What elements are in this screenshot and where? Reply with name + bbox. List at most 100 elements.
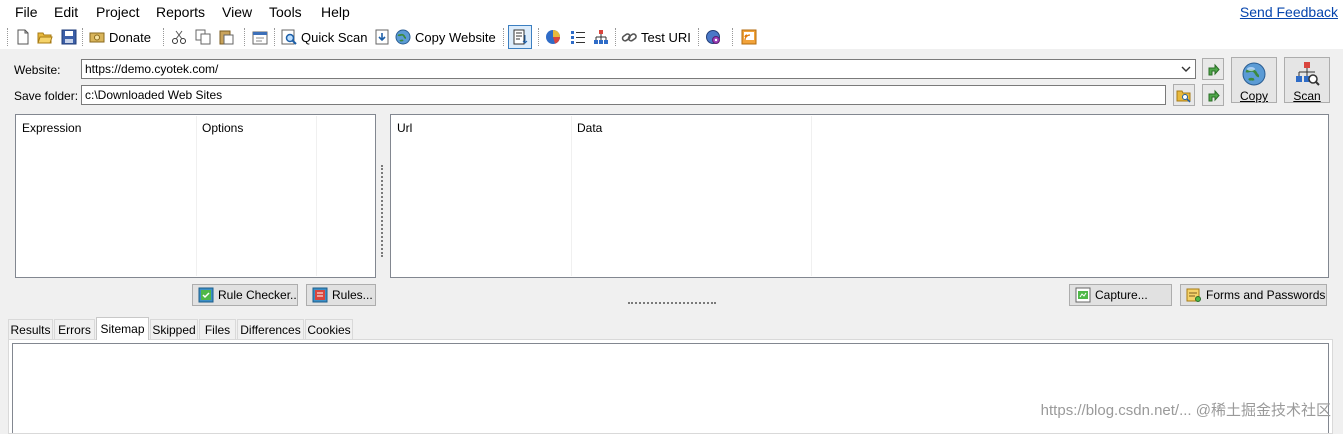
forms-passwords-label: Forms and Passwords... (1206, 288, 1327, 302)
menu-edit[interactable]: Edit (54, 4, 78, 20)
open-folder-button[interactable] (1202, 84, 1224, 106)
sitemap-scan-icon (1294, 61, 1320, 87)
scan-start-button[interactable]: Scan (1284, 57, 1330, 103)
column-divider[interactable] (811, 116, 812, 276)
rules-button[interactable]: Rules... (306, 284, 376, 306)
green-arrow-icon (1205, 61, 1221, 77)
download-page-icon (375, 29, 391, 45)
save-folder-value: c:\Downloaded Web Sites (85, 88, 223, 102)
menu-view[interactable]: View (222, 4, 252, 20)
list-bullets-icon (570, 29, 586, 45)
menu-file[interactable]: File (15, 4, 38, 20)
test-uri-label: Test URI (641, 29, 691, 45)
rss-feed-icon (741, 29, 757, 45)
scan-start-label: Scan (1293, 89, 1321, 103)
globe-icon (395, 29, 411, 45)
globe-icon (1241, 61, 1267, 87)
quick-scan-button[interactable]: Quick Scan (281, 27, 367, 47)
toolbar-separator (503, 28, 504, 46)
sitemap-button[interactable] (593, 27, 609, 47)
link-map-button[interactable] (570, 27, 586, 47)
statistics-button[interactable] (545, 27, 561, 47)
forms-passwords-button[interactable]: Forms and Passwords... (1180, 284, 1327, 306)
horizontal-splitter-handle[interactable] (628, 302, 716, 304)
menu-tools[interactable]: Tools (269, 4, 302, 20)
rule-checker-label: Rule Checker... (218, 288, 298, 302)
open-website-button[interactable] (1202, 58, 1224, 80)
rules-icon (312, 287, 328, 303)
column-header-options[interactable]: Options (202, 121, 243, 135)
quick-scan-icon (281, 29, 297, 45)
copy-website-button[interactable]: Copy Website (375, 27, 496, 47)
toolbar-separator (274, 28, 275, 46)
website-value: https://demo.cyotek.com/ (85, 62, 219, 76)
toggle-view-button[interactable] (508, 25, 532, 49)
toolbar-separator (538, 28, 539, 46)
tab-files[interactable]: Files (199, 319, 236, 339)
folder-search-icon (1176, 87, 1192, 103)
copy-icon (195, 29, 211, 45)
project-properties-button[interactable] (252, 27, 268, 47)
toolbar-separator (7, 28, 8, 46)
donate-label: Donate (109, 29, 151, 45)
toolbar: Donate Quick Scan Copy Website Test URI (0, 24, 1343, 50)
list-view-icon (512, 29, 528, 45)
browse-folder-button[interactable] (1173, 84, 1195, 106)
vertical-splitter-handle[interactable] (381, 165, 383, 257)
tab-sitemap[interactable]: Sitemap (96, 317, 149, 340)
open-folder-icon (37, 29, 53, 45)
rules-list[interactable]: Expression Options (15, 114, 376, 278)
rules-label: Rules... (332, 288, 373, 302)
tab-cookies[interactable]: Cookies (305, 319, 353, 339)
capture-button[interactable]: Capture... (1069, 284, 1172, 306)
column-header-url[interactable]: Url (397, 121, 412, 135)
toolbar-separator (82, 28, 83, 46)
toolbar-separator (615, 28, 616, 46)
copy-button[interactable] (195, 27, 211, 47)
menu-reports[interactable]: Reports (156, 4, 205, 20)
menu-project[interactable]: Project (96, 4, 140, 20)
forms-key-icon (1186, 287, 1202, 303)
watermark-text: https://blog.csdn.net/... @稀土掘金技术社区 (1040, 402, 1331, 419)
rule-checker-icon (198, 287, 214, 303)
menu-help[interactable]: Help (321, 4, 350, 20)
copy-website-label: Copy Website (415, 29, 496, 45)
menu-bar: File Edit Project Reports View Tools Hel… (0, 0, 1343, 24)
save-folder-label: Save folder: (14, 89, 79, 103)
column-header-expression[interactable]: Expression (22, 121, 81, 135)
save-disk-icon (61, 29, 77, 45)
tab-skipped[interactable]: Skipped (150, 319, 198, 339)
toolbar-separator (698, 28, 699, 46)
chevron-down-icon[interactable] (1178, 61, 1194, 77)
tab-differences[interactable]: Differences (237, 319, 304, 339)
capture-icon (1075, 287, 1091, 303)
rule-checker-button[interactable]: Rule Checker... (192, 284, 298, 306)
rss-feed-button[interactable] (741, 27, 757, 47)
column-divider[interactable] (196, 116, 197, 276)
new-project-button[interactable] (15, 27, 31, 47)
tab-results[interactable]: Results (8, 319, 53, 339)
save-folder-input[interactable]: c:\Downloaded Web Sites (81, 85, 1166, 105)
donate-button[interactable]: Donate (89, 27, 151, 47)
copy-start-button[interactable]: Copy (1231, 57, 1277, 103)
open-project-button[interactable] (37, 27, 53, 47)
toolbar-separator (244, 28, 245, 46)
web-settings-button[interactable] (705, 27, 721, 47)
paste-button[interactable] (218, 27, 234, 47)
column-divider[interactable] (571, 116, 572, 276)
website-input[interactable]: https://demo.cyotek.com/ (81, 59, 1196, 79)
url-data-list[interactable]: Url Data (390, 114, 1329, 278)
cut-button[interactable] (171, 27, 187, 47)
globe-gear-icon (705, 29, 721, 45)
save-project-button[interactable] (61, 27, 77, 47)
test-uri-button[interactable]: Test URI (621, 27, 691, 47)
tab-errors[interactable]: Errors (54, 319, 95, 339)
properties-icon (252, 29, 268, 45)
column-header-data[interactable]: Data (577, 121, 602, 135)
sitemap-tree-icon (593, 29, 609, 45)
column-divider[interactable] (316, 116, 317, 276)
send-feedback-link[interactable]: Send Feedback (1240, 4, 1338, 20)
toolbar-separator (163, 28, 164, 46)
copy-start-label: Copy (1239, 89, 1268, 103)
website-label: Website: (14, 63, 61, 77)
